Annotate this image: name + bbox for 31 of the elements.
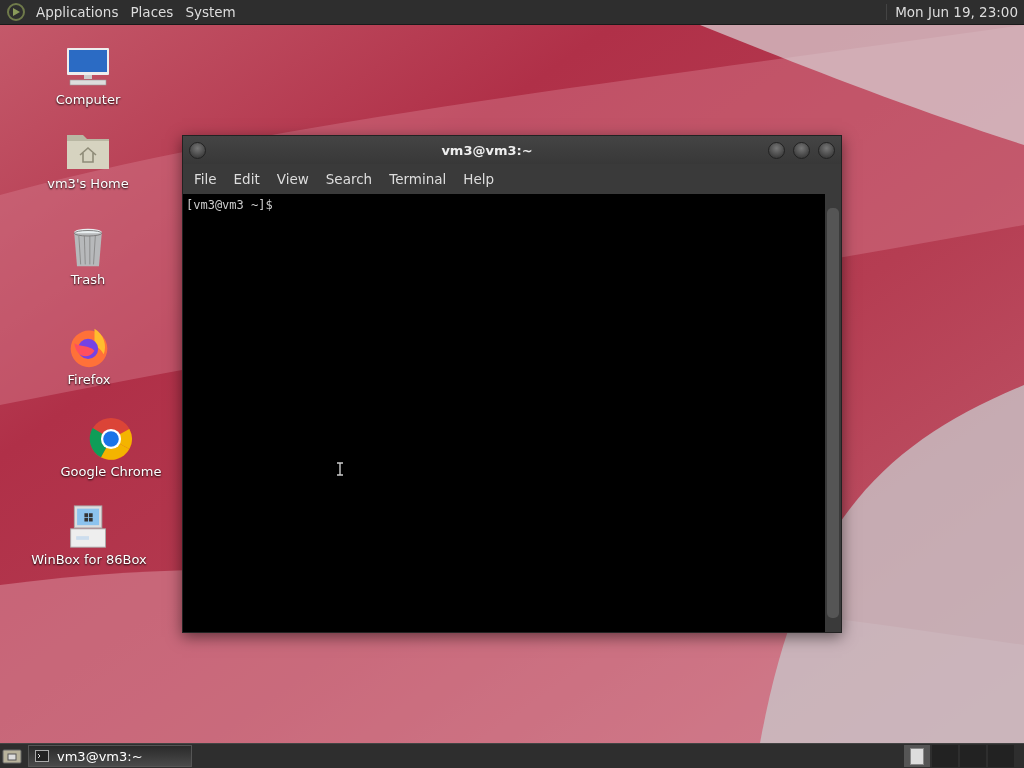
desktop-icon-label[interactable]: Google Chrome xyxy=(60,464,162,479)
window-title: vm3@vm3:~ xyxy=(440,142,534,158)
shell-prompt: [vm3@vm3 ~]$ xyxy=(186,198,273,212)
desktop-icon-label[interactable]: Trash xyxy=(70,272,106,287)
taskbar-button[interactable]: vm3@vm3:~ xyxy=(28,745,192,767)
menu-item[interactable]: Search xyxy=(318,171,380,187)
desktop-icon-label[interactable]: Computer xyxy=(55,92,121,107)
maximize-button[interactable] xyxy=(793,141,810,159)
close-button[interactable] xyxy=(818,141,835,159)
minimize-button[interactable] xyxy=(768,141,785,159)
scrollbar[interactable] xyxy=(825,194,841,632)
menu-item[interactable]: Help xyxy=(456,171,502,187)
menu-item[interactable]: Edit xyxy=(226,171,267,187)
text-cursor-icon xyxy=(336,462,344,476)
distro-logo-icon[interactable] xyxy=(6,2,26,22)
menu-item[interactable]: Applications xyxy=(32,4,123,20)
desktop-icon-label[interactable]: WinBox for 86Box xyxy=(31,552,147,567)
browser-circle-icon[interactable] xyxy=(87,417,135,461)
show-desktop-icon[interactable] xyxy=(2,748,22,764)
clock[interactable]: Mon Jun 19, 23:00 xyxy=(886,4,1018,20)
menu-item[interactable]: View xyxy=(269,171,316,187)
desktop-icon-label[interactable]: Firefox xyxy=(67,372,111,387)
window-menu-button[interactable] xyxy=(189,141,206,159)
workspace-button[interactable] xyxy=(904,745,930,767)
menu-item[interactable]: System xyxy=(181,4,240,20)
terminal-icon xyxy=(35,750,49,762)
menu-item[interactable]: Terminal xyxy=(382,171,454,187)
menu-item[interactable]: File xyxy=(187,171,224,187)
computer-icon[interactable] xyxy=(64,45,112,89)
desktop-icon-label[interactable]: vm3's Home xyxy=(47,176,129,191)
menu-item[interactable]: Places xyxy=(126,4,178,20)
